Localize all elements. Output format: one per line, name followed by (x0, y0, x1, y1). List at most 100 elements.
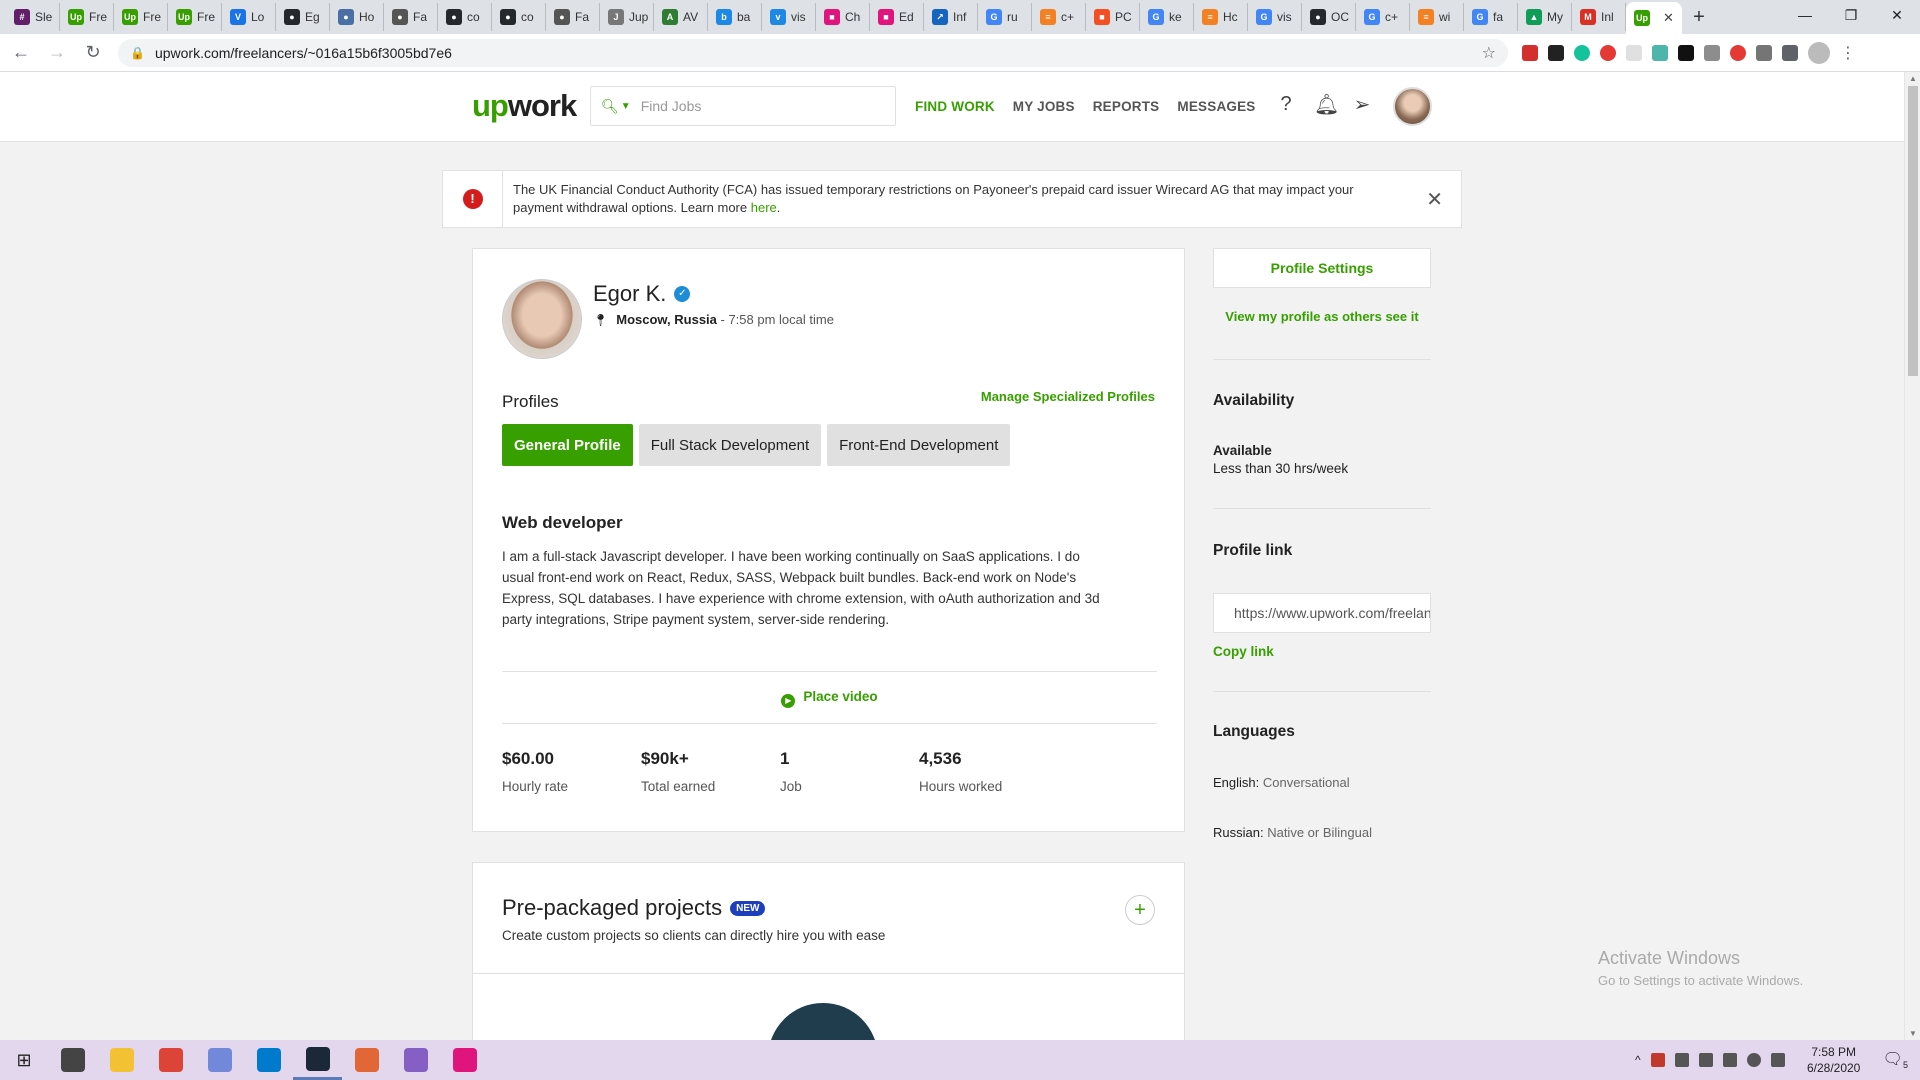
browser-tab[interactable]: J Jup (600, 3, 654, 31)
browser-tab[interactable]: ■ Ch (816, 3, 870, 31)
browser-tab[interactable]: M Inl (1572, 3, 1626, 31)
browser-tab[interactable]: ↗ Inf (924, 3, 978, 31)
network-icon[interactable] (1698, 1053, 1713, 1067)
search-input[interactable] (640, 98, 871, 114)
chevron-down-icon[interactable]: ▼ (621, 101, 631, 112)
tab-general-profile[interactable]: General Profile (502, 424, 633, 466)
browser-tab[interactable]: A AV (654, 3, 708, 31)
close-window-icon[interactable]: ✕ (1874, 0, 1920, 30)
browser-tab[interactable]: ▲ My (1518, 3, 1572, 31)
browser-tab[interactable]: ● Fa (546, 3, 600, 31)
nav-find-work[interactable]: FIND WORK (915, 99, 995, 114)
taskbar-screen-app[interactable] (440, 1040, 489, 1080)
browser-tab[interactable]: ● Ho (330, 3, 384, 31)
taskbar-vscode[interactable] (244, 1040, 293, 1080)
extension-icon[interactable] (1626, 44, 1642, 61)
browser-tab[interactable]: b ba (708, 3, 762, 31)
browser-tab[interactable]: Gfa (1464, 3, 1518, 31)
send-icon[interactable]: ➢ (1352, 92, 1372, 117)
bell-icon[interactable]: 🔔︎ (1314, 92, 1339, 117)
browser-tab[interactable]: ≡ c+ (1032, 3, 1086, 31)
add-project-button[interactable]: + (1125, 895, 1155, 925)
profile-settings-button[interactable]: Profile Settings (1213, 248, 1431, 288)
forward-icon[interactable]: → (42, 42, 72, 63)
browser-tab[interactable]: Up Fre (60, 3, 114, 31)
alert-learn-more-link[interactable]: here (751, 200, 777, 215)
browser-tab[interactable]: Gke (1140, 3, 1194, 31)
taskbar-file-explorer[interactable] (97, 1040, 146, 1080)
minimize-icon[interactable]: — (1782, 0, 1828, 30)
taskbar-steam[interactable] (293, 1040, 342, 1080)
bookmark-star-icon[interactable]: ☆ (1482, 43, 1496, 63)
extension-icon[interactable] (1730, 44, 1746, 61)
maximize-icon[interactable]: ❐ (1828, 0, 1874, 30)
address-bar[interactable]: 🔒 upwork.com/freelancers/~016a15b6f3005b… (118, 38, 1508, 67)
scrollbar-thumb[interactable] (1908, 86, 1918, 376)
browser-tab[interactable]: Up Fre (114, 3, 168, 31)
microphone-icon[interactable] (1674, 1053, 1689, 1067)
more-menu-icon[interactable]: ⋮ (1840, 43, 1856, 63)
tab-full-stack[interactable]: Full Stack Development (638, 424, 822, 466)
page-scrollbar[interactable]: ▲ ▼ (1904, 72, 1920, 1040)
copy-link-button[interactable]: Copy link (1213, 644, 1274, 659)
extension-icon[interactable] (1704, 44, 1720, 61)
volume-icon[interactable] (1722, 1053, 1737, 1067)
reload-icon[interactable]: ↻ (78, 42, 108, 63)
grammarly-icon[interactable] (1574, 44, 1590, 61)
scroll-up-icon[interactable]: ▲ (1909, 74, 1917, 83)
taskbar-clock[interactable]: 7:58 PM 6/28/2020 (1795, 1044, 1873, 1076)
extension-icon[interactable] (1678, 44, 1694, 61)
extension-icon[interactable] (1652, 44, 1668, 61)
tab-front-end[interactable]: Front-End Development (827, 424, 1011, 466)
taskbar-chrome[interactable] (146, 1040, 195, 1080)
browser-tab[interactable]: ■ Ed (870, 3, 924, 31)
browser-tab[interactable]: ● OC (1302, 3, 1356, 31)
taskbar-task-view[interactable] (48, 1040, 97, 1080)
browser-tab[interactable]: ● Fa (384, 3, 438, 31)
close-icon[interactable]: ✕ (1426, 187, 1443, 212)
browser-tab-active[interactable]: Up ✕ (1626, 2, 1682, 34)
browser-tab[interactable]: Gru (978, 3, 1032, 31)
taskbar-matlab[interactable] (342, 1040, 391, 1080)
nav-reports[interactable]: REPORTS (1093, 99, 1160, 114)
view-profile-as-others-link[interactable]: View my profile as others see it (1213, 309, 1431, 324)
browser-tab[interactable]: Gvis (1248, 3, 1302, 31)
profile-link-field[interactable]: https://www.upwork.com/freelancers/~016a… (1213, 593, 1431, 633)
search-icon[interactable]: 🔍︎ (601, 98, 619, 115)
extension-icon[interactable] (1756, 44, 1772, 61)
browser-tab[interactable]: ● co (438, 3, 492, 31)
taskbar-discord[interactable] (195, 1040, 244, 1080)
adblock-icon[interactable] (1600, 44, 1616, 61)
nav-messages[interactable]: MESSAGES (1177, 99, 1255, 114)
profile-avatar[interactable] (502, 279, 582, 359)
browser-tab[interactable]: ≡ Hc (1194, 3, 1248, 31)
scroll-down-icon[interactable]: ▼ (1909, 1029, 1917, 1038)
chevron-up-icon[interactable]: ^ (1635, 1053, 1641, 1067)
extension-icon[interactable] (1548, 44, 1564, 61)
place-video-link[interactable]: ▶ Place video (473, 689, 1186, 708)
windows-start-icon[interactable]: ⊞ (0, 1050, 48, 1071)
browser-tab[interactable]: Gc+ (1356, 3, 1410, 31)
browser-tab[interactable]: ● co (492, 3, 546, 31)
notifications-icon[interactable]: 🗨︎5 (1883, 1049, 1908, 1070)
browser-tab[interactable]: ● Eg (276, 3, 330, 31)
keyboard-icon[interactable] (1770, 1053, 1785, 1067)
browser-tab[interactable]: # Sle (6, 3, 60, 31)
browser-tab[interactable]: ■ PC (1086, 3, 1140, 31)
browser-profile-avatar[interactable] (1808, 41, 1830, 64)
tray-app-icon[interactable] (1650, 1053, 1665, 1067)
help-icon[interactable]: ? (1276, 93, 1296, 116)
puzzle-extensions-icon[interactable] (1782, 44, 1798, 61)
tray-status-icon[interactable] (1746, 1053, 1761, 1067)
user-avatar[interactable] (1393, 87, 1432, 126)
extension-icon[interactable] (1522, 44, 1538, 61)
browser-tab[interactable]: Up Fre (168, 3, 222, 31)
browser-tab[interactable]: ≡ wi (1410, 3, 1464, 31)
upwork-logo[interactable]: upwork (472, 88, 577, 124)
browser-tab[interactable]: v vis (762, 3, 816, 31)
nav-my-jobs[interactable]: MY JOBS (1013, 99, 1075, 114)
back-icon[interactable]: ← (6, 42, 36, 63)
taskbar-visual-studio[interactable] (391, 1040, 440, 1080)
manage-profiles-link[interactable]: Manage Specialized Profiles (981, 389, 1155, 404)
close-tab-icon[interactable]: ✕ (1663, 10, 1674, 26)
